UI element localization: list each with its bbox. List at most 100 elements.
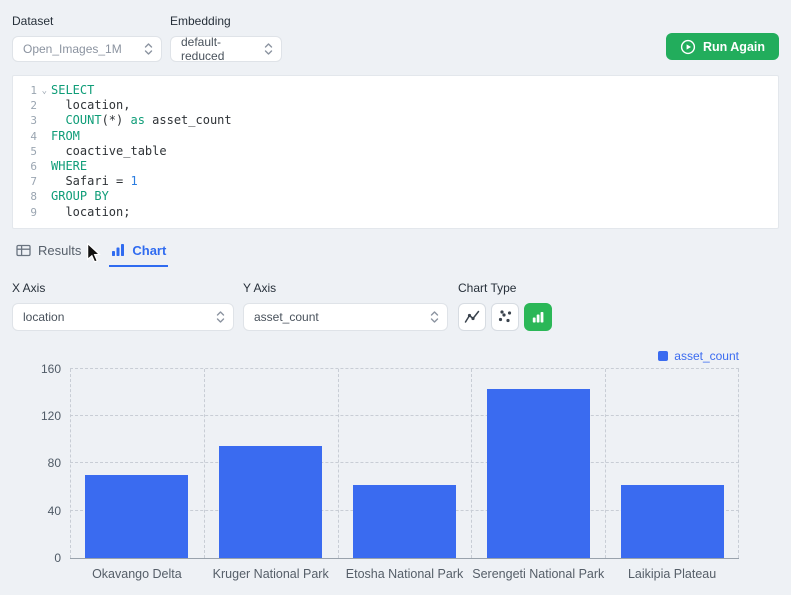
bar-slot: Kruger National Park	[204, 369, 338, 581]
chevron-updown-icon	[264, 42, 273, 56]
line-number: 4	[30, 129, 37, 143]
editor-line: 1 ⌄ SELECT	[13, 83, 778, 98]
line-number: 1 ⌄	[13, 83, 47, 98]
bars-layer: Okavango Delta Kruger National Park Etosha…	[70, 369, 739, 581]
code-segment: location,	[51, 98, 131, 113]
x-axis-label: X Axis	[12, 280, 46, 295]
embedding-label: Embedding	[170, 14, 231, 28]
chart-controls: X Axis location Y Axis asset_count Chart…	[12, 281, 779, 331]
bar[interactable]	[620, 484, 724, 558]
editor-line: 3 COUNT(*) as asset_count	[13, 113, 778, 128]
code-segment: coactive_table	[51, 143, 167, 158]
chart-type-field: Chart Type	[458, 281, 552, 331]
line-chart-type-button[interactable]	[458, 302, 486, 331]
editor-line: 8 GROUP BY	[13, 189, 778, 204]
x-category-label: Serengeti National Park	[472, 566, 605, 581]
chart-plot-area: 0 40 80 120 160 Okavango Delta Kruger National…	[41, 362, 739, 581]
bar[interactable]	[486, 388, 590, 558]
code-text: FROM	[43, 129, 80, 144]
run-again-button[interactable]: Run Again	[665, 33, 779, 60]
x-axis-field: X Axis location	[12, 281, 234, 331]
x-axis-select-value: location	[23, 309, 65, 324]
embedding-field: Embedding default-reduced	[170, 14, 282, 63]
code-text: location;	[43, 205, 130, 220]
tabs: Results Chart	[14, 241, 779, 267]
bar[interactable]	[352, 484, 456, 558]
y-tick-label: 120	[40, 409, 61, 424]
bar-chart-tab-icon	[111, 243, 125, 257]
bar-chart-type-button[interactable]	[524, 302, 552, 331]
line-number: 8	[30, 190, 37, 204]
code-text: coactive_table	[43, 143, 167, 159]
chevron-updown-icon	[144, 42, 153, 56]
tab-chart-label: Chart	[132, 242, 167, 258]
fold-chevron-icon[interactable]: ⌄	[42, 84, 47, 99]
x-category-label: Okavango Delta	[92, 566, 182, 581]
code-text: Safari = 1	[43, 174, 138, 189]
chart-type-label: Chart Type	[458, 280, 517, 295]
scatter-chart-type-button[interactable]	[491, 302, 519, 331]
bar-slot: Okavango Delta	[70, 369, 204, 581]
line-number: 5	[30, 144, 37, 158]
line-number: 9	[30, 205, 37, 219]
dataset-select-value: Open_Images_1M	[23, 42, 122, 56]
y-axis-label: Y Axis	[243, 280, 277, 295]
dataset-label: Dataset	[12, 14, 54, 28]
code-segment: GROUP BY	[51, 189, 109, 204]
tab-results-label: Results	[38, 242, 82, 258]
x-category-label: Laikipia Plateau	[627, 566, 717, 581]
y-tick-label: 160	[40, 361, 61, 376]
editor-line: 5 coactive_table	[13, 144, 778, 159]
code-text: SELECT	[43, 83, 94, 98]
x-category-label: Kruger National Park	[212, 566, 329, 581]
results-table-icon	[16, 243, 31, 258]
code-segment: (*)	[101, 113, 131, 128]
y-axis-select-value: asset_count	[254, 309, 319, 324]
bar-chart-icon	[530, 309, 546, 325]
code-segment: as	[130, 113, 145, 128]
dataset-field: Dataset Open_Images_1M	[12, 14, 162, 62]
run-again-label: Run Again	[702, 39, 765, 54]
bar[interactable]	[85, 475, 189, 558]
y-tick-label: 0	[54, 550, 61, 565]
line-number: 7	[30, 175, 37, 189]
sql-editor[interactable]: 1 ⌄ SELECT 2 location, 3 COUNT(*) as asset_c…	[12, 75, 779, 229]
y-tick-label: 80	[47, 456, 61, 471]
line-chart-icon	[464, 309, 480, 325]
chevron-updown-icon	[216, 310, 225, 324]
code-segment: asset_count	[144, 113, 232, 128]
editor-line: 4 FROM	[13, 129, 778, 144]
chevron-updown-icon	[430, 310, 439, 324]
y-axis-field: Y Axis asset_count	[243, 281, 448, 331]
tab-results[interactable]: Results	[14, 241, 83, 267]
code-segment: COUNT	[65, 113, 102, 128]
editor-line: 2 location,	[13, 98, 778, 113]
play-icon	[680, 39, 696, 55]
x-category-label: Etosha National Park	[345, 566, 464, 581]
code-segment: SELECT	[51, 83, 95, 97]
y-tick-label: 40	[47, 503, 61, 518]
scatter-chart-icon	[497, 309, 513, 325]
code-segment: location;	[51, 204, 131, 219]
code-text: GROUP BY	[43, 189, 109, 204]
code-segment: FROM	[51, 128, 80, 143]
bar[interactable]	[219, 445, 323, 558]
bar-chart: asset_count 0 40 80 120 160 Okavango Delta Kru…	[12, 349, 779, 595]
code-segment: WHERE	[51, 159, 88, 174]
cursor-pointer-icon	[86, 242, 101, 269]
line-number: 6	[30, 160, 37, 174]
embedding-select-value: default-reduced	[181, 35, 225, 63]
header: Dataset Open_Images_1M Embedding default…	[12, 14, 779, 63]
legend-swatch	[658, 350, 669, 361]
tab-chart[interactable]: Chart	[109, 241, 169, 267]
code-segment: 1	[130, 174, 138, 189]
dataset-select[interactable]: Open_Images_1M	[12, 36, 162, 62]
x-axis-select[interactable]: location	[12, 302, 234, 331]
code-text: WHERE	[43, 159, 87, 174]
editor-line: 9 location;	[13, 205, 778, 220]
y-axis-select[interactable]: asset_count	[243, 302, 448, 331]
line-number: 3	[30, 114, 37, 128]
embedding-select[interactable]: default-reduced	[170, 35, 282, 63]
bar-slot: Serengeti National Park	[471, 369, 605, 581]
